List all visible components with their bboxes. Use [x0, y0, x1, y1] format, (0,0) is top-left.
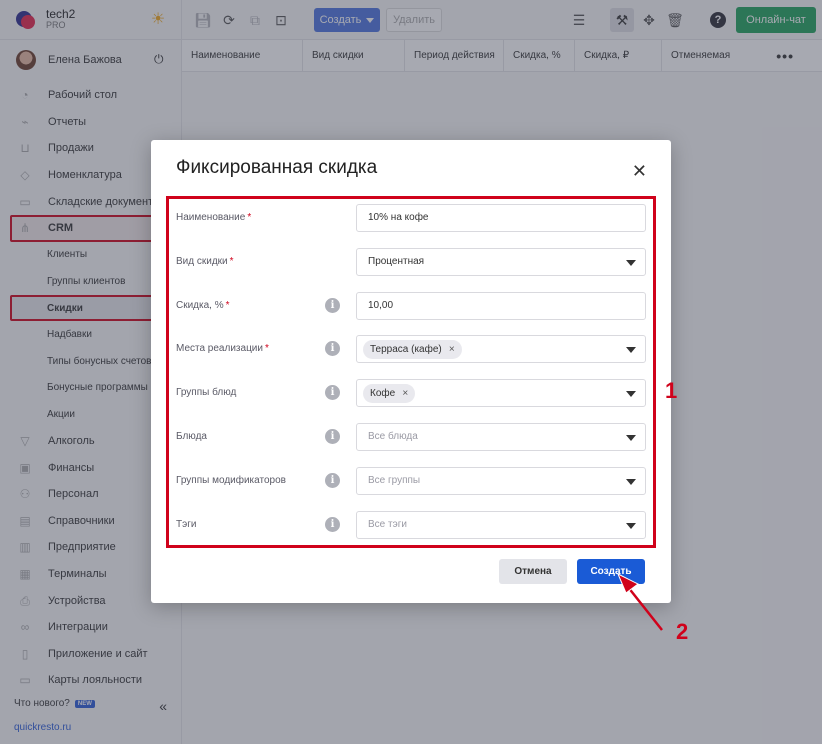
info-icon[interactable]: i: [325, 341, 340, 357]
arrow-annotation: [617, 572, 663, 631]
field-label: Блюда: [176, 431, 207, 442]
select-field[interactable]: Все группы: [356, 466, 646, 495]
form-row: Блюда i Все блюда: [176, 423, 646, 451]
field-label: Группы модификаторов: [176, 474, 286, 486]
chevron-down-icon: [626, 259, 636, 266]
required-marker: *: [264, 343, 269, 355]
form-row: Группы модификаторов i Все группы: [176, 466, 646, 495]
field-label: Группы блюд: [176, 387, 237, 399]
form-row: Наименование * 10% на кофе: [176, 204, 646, 232]
chevron-down-icon: [626, 347, 636, 354]
form-row: Места реализации * i Терраса (кафе) ×: [176, 335, 646, 364]
remove-chip-icon[interactable]: ×: [402, 384, 408, 403]
select-field[interactable]: Кофе ×: [356, 379, 646, 408]
field-label: Скидка, % *: [176, 299, 230, 311]
required-marker: *: [229, 255, 234, 267]
callout-2: 2: [676, 619, 689, 644]
text-input[interactable]: 10% на кофе: [356, 204, 646, 232]
field-label: Наименование *: [176, 212, 252, 223]
form-row: Вид скидки * Процентная: [176, 247, 646, 276]
select-field[interactable]: Процентная: [356, 247, 646, 276]
info-icon[interactable]: i: [325, 516, 340, 532]
selected-chip: Кофе ×: [363, 384, 416, 404]
remove-chip-icon[interactable]: ×: [449, 340, 455, 359]
select-field[interactable]: Терраса (кафе) ×: [356, 335, 646, 364]
chevron-down-icon: [626, 435, 636, 441]
required-marker: *: [247, 212, 252, 223]
form-row: Скидка, % * i 10,00: [176, 291, 646, 320]
dialog-title: Фиксированная скидка: [176, 157, 378, 178]
cancel-button[interactable]: Отмена: [499, 559, 567, 584]
text-input[interactable]: 10,00: [356, 291, 646, 320]
callout-1: 1: [665, 378, 678, 403]
info-icon[interactable]: i: [325, 472, 340, 488]
field-label: Места реализации *: [176, 343, 269, 355]
chevron-down-icon: [626, 522, 636, 529]
select-field[interactable]: Все блюда: [356, 423, 646, 451]
info-icon[interactable]: i: [325, 385, 340, 401]
info-icon[interactable]: i: [325, 297, 340, 313]
select-field[interactable]: Все тэги: [356, 510, 646, 539]
field-label: Вид скидки *: [176, 255, 234, 267]
discount-dialog: Фиксированная скидка ✕ Наименование * 10% …: [151, 140, 671, 603]
required-marker: *: [225, 299, 230, 311]
selected-chip: Терраса (кафе) ×: [363, 340, 462, 360]
info-icon[interactable]: i: [325, 429, 340, 444]
field-label: Тэги: [176, 518, 197, 530]
close-icon[interactable]: ✕: [632, 162, 647, 180]
form-row: Тэги i Все тэги: [176, 510, 646, 539]
chevron-down-icon: [626, 391, 636, 398]
chevron-down-icon: [626, 478, 636, 485]
form-row: Группы блюд i Кофе ×: [176, 379, 646, 408]
